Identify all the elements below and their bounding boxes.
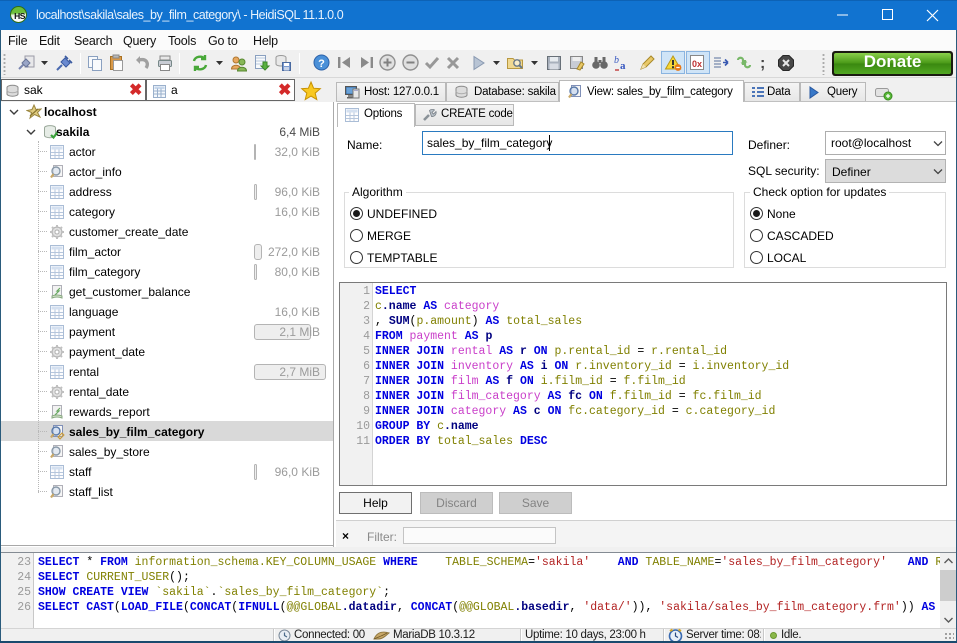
svg-text:?: ? bbox=[318, 58, 325, 70]
svg-text:a: a bbox=[620, 60, 626, 72]
svg-text:0x: 0x bbox=[692, 59, 702, 69]
svg-text:;: ; bbox=[760, 55, 765, 72]
svg-text:b: b bbox=[614, 55, 619, 66]
